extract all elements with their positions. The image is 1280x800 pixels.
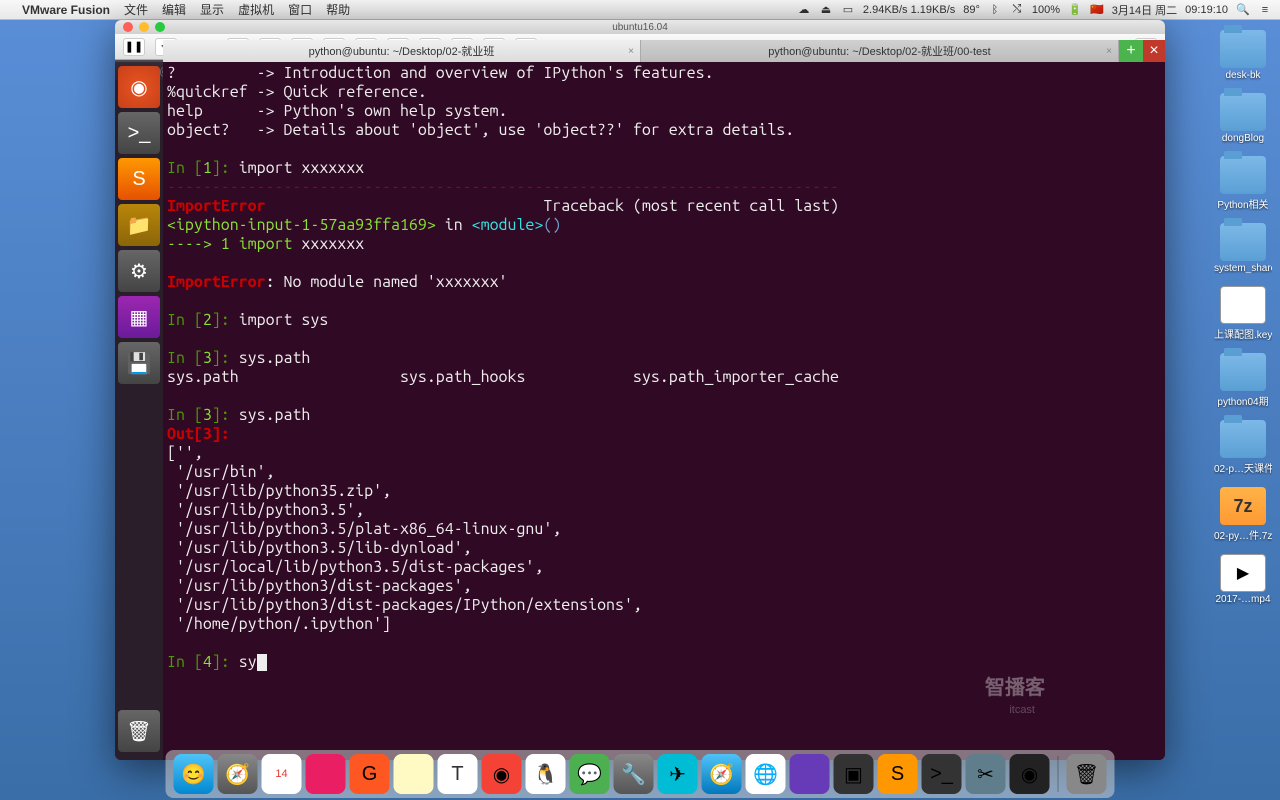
watermark-sub: itcast xyxy=(1009,704,1035,716)
watermark: 智播客 xyxy=(985,671,1045,700)
chrome-icon[interactable]: 🌐 xyxy=(746,754,786,794)
app-icon[interactable]: 🧭 xyxy=(218,754,258,794)
folder-icon xyxy=(1220,156,1266,194)
app-icon[interactable]: ▣ xyxy=(834,754,874,794)
desk-icon[interactable]: 7z02-py…件.7z xyxy=(1214,487,1272,542)
app-icon[interactable]: ◉ xyxy=(482,754,522,794)
minimize-button[interactable] xyxy=(139,22,149,32)
search-icon[interactable]: 🔍 xyxy=(1236,3,1250,17)
notifications-icon[interactable]: ≡ xyxy=(1258,3,1272,17)
desk-icon[interactable]: Python相关 xyxy=(1214,156,1272,211)
menu-window[interactable]: 窗口 xyxy=(288,1,312,18)
maximize-button[interactable] xyxy=(155,22,165,32)
terminal-icon[interactable]: >_ xyxy=(118,112,160,154)
folder-icon xyxy=(1220,223,1266,261)
ubuntu-launcher: ◉ >_ S 📁 ⚙ ▦ 💾 🗑 xyxy=(115,62,163,760)
ubuntu-dash-icon[interactable]: ◉ xyxy=(118,66,160,108)
app-icon[interactable]: T xyxy=(438,754,478,794)
terminal-icon[interactable]: >_ xyxy=(922,754,962,794)
desk-icon[interactable]: ▶2017-…mp4 xyxy=(1214,554,1272,605)
sevenz-icon: 7z xyxy=(1220,487,1266,525)
desk-icon[interactable]: python04期 xyxy=(1214,353,1272,408)
app-icon[interactable]: G xyxy=(350,754,390,794)
net-stats: 2.94KB/s 1.19KB/s xyxy=(863,4,955,16)
desk-icon[interactable]: 上课配图.key xyxy=(1214,286,1272,341)
vm-title: ubuntu16.04 xyxy=(612,22,668,33)
close-icon[interactable]: × xyxy=(1106,46,1112,57)
menubar-time: 09:19:10 xyxy=(1185,4,1228,16)
close-tabs-button[interactable]: × xyxy=(1143,40,1165,62)
folder-icon xyxy=(1220,93,1266,131)
app-icon[interactable]: ▦ xyxy=(118,296,160,338)
input-flag[interactable]: 🇨🇳 xyxy=(1090,3,1104,16)
temp-reading: 89° xyxy=(963,4,980,16)
settings-icon[interactable]: ⚙ xyxy=(118,250,160,292)
menu-view[interactable]: 显示 xyxy=(200,1,224,18)
wechat-icon[interactable]: 💬 xyxy=(570,754,610,794)
display-icon[interactable]: ▭ xyxy=(841,3,855,17)
sublime-icon[interactable]: S xyxy=(118,158,160,200)
sublime-icon[interactable]: S xyxy=(878,754,918,794)
battery-icon[interactable]: 🔋 xyxy=(1068,3,1082,17)
cursor xyxy=(257,654,267,671)
disk-icon[interactable]: 💾 xyxy=(118,342,160,384)
close-icon[interactable]: × xyxy=(628,46,634,57)
folder-icon xyxy=(1220,353,1266,391)
file-icon xyxy=(1220,286,1266,324)
vm-titlebar[interactable]: ubuntu16.04 xyxy=(115,20,1165,34)
close-button[interactable] xyxy=(123,22,133,32)
bluetooth-icon[interactable]: ᛒ xyxy=(988,3,1002,17)
menu-help[interactable]: 帮助 xyxy=(326,1,350,18)
shuffle-icon[interactable]: ⤭ xyxy=(1010,3,1024,17)
dock-separator xyxy=(1058,756,1059,792)
app-icon[interactable] xyxy=(306,754,346,794)
terminal-tabs: python@ubuntu: ~/Desktop/02-就业班 × python… xyxy=(163,40,1165,62)
finder-icon[interactable]: 😊 xyxy=(174,754,214,794)
menubar-date: 3月14日 周二 xyxy=(1112,2,1177,18)
desk-icon[interactable]: dongBlog xyxy=(1214,93,1272,144)
in-prompt: In [ xyxy=(167,159,203,177)
folder-icon xyxy=(1220,420,1266,458)
app-icon[interactable]: ✈ xyxy=(658,754,698,794)
menu-vm[interactable]: 虚拟机 xyxy=(238,1,274,18)
qq-icon[interactable]: 🐧 xyxy=(526,754,566,794)
battery-percent: 100% xyxy=(1032,4,1060,16)
desk-icon[interactable]: system_share xyxy=(1214,223,1272,274)
desk-icon[interactable]: desk-bk xyxy=(1214,30,1272,81)
calendar-icon[interactable]: 14 xyxy=(262,754,302,794)
trash-icon[interactable]: 🗑 xyxy=(118,710,160,752)
trash-icon[interactable]: 🗑 xyxy=(1067,754,1107,794)
pause-button[interactable]: ❚❚ xyxy=(123,38,145,56)
files-icon[interactable]: 📁 xyxy=(118,204,160,246)
tab-active[interactable]: python@ubuntu: ~/Desktop/02-就业班 × xyxy=(163,40,641,62)
desktop-icons: desk-bk dongBlog Python相关 system_share 上… xyxy=(1214,30,1272,605)
app-name[interactable]: VMware Fusion xyxy=(22,3,110,17)
vm-window: ubuntu16.04 ❚❚ ⎆ ⌖ ⇄ ⊡ ⊟ ⎙ 🔊 ✧ 💾 ⟳ ◀ ⛶ p… xyxy=(115,20,1165,760)
terminal-output[interactable]: ? -> Introduction and overview of IPytho… xyxy=(163,62,1165,760)
obs-icon[interactable]: ◉ xyxy=(1010,754,1050,794)
mac-dock: 😊 🧭 14 G T ◉ 🐧 💬 🔧 ✈ 🧭 🌐 ▣ S >_ ✂ ◉ 🗑 xyxy=(166,750,1115,798)
cloud-icon[interactable]: ☁ xyxy=(797,3,811,17)
app-icon[interactable]: ✂ xyxy=(966,754,1006,794)
eject-icon[interactable]: ⏏ xyxy=(819,3,833,17)
safari-icon[interactable]: 🧭 xyxy=(702,754,742,794)
mac-menubar: VMware Fusion 文件 编辑 显示 虚拟机 窗口 帮助 ☁ ⏏ ▭ 2… xyxy=(0,0,1280,20)
notes-icon[interactable] xyxy=(394,754,434,794)
folder-icon xyxy=(1220,30,1266,68)
app-icon[interactable]: 🔧 xyxy=(614,754,654,794)
desk-icon[interactable]: 02-p…天课件 xyxy=(1214,420,1272,475)
menu-file[interactable]: 文件 xyxy=(124,1,148,18)
mp4-icon: ▶ xyxy=(1220,554,1266,592)
out-prompt: Out[ xyxy=(167,425,203,443)
tab-inactive[interactable]: python@ubuntu: ~/Desktop/02-就业班/00-test … xyxy=(641,40,1119,62)
add-tab-button[interactable]: + xyxy=(1119,40,1143,62)
menu-edit[interactable]: 编辑 xyxy=(162,1,186,18)
app-icon[interactable] xyxy=(790,754,830,794)
